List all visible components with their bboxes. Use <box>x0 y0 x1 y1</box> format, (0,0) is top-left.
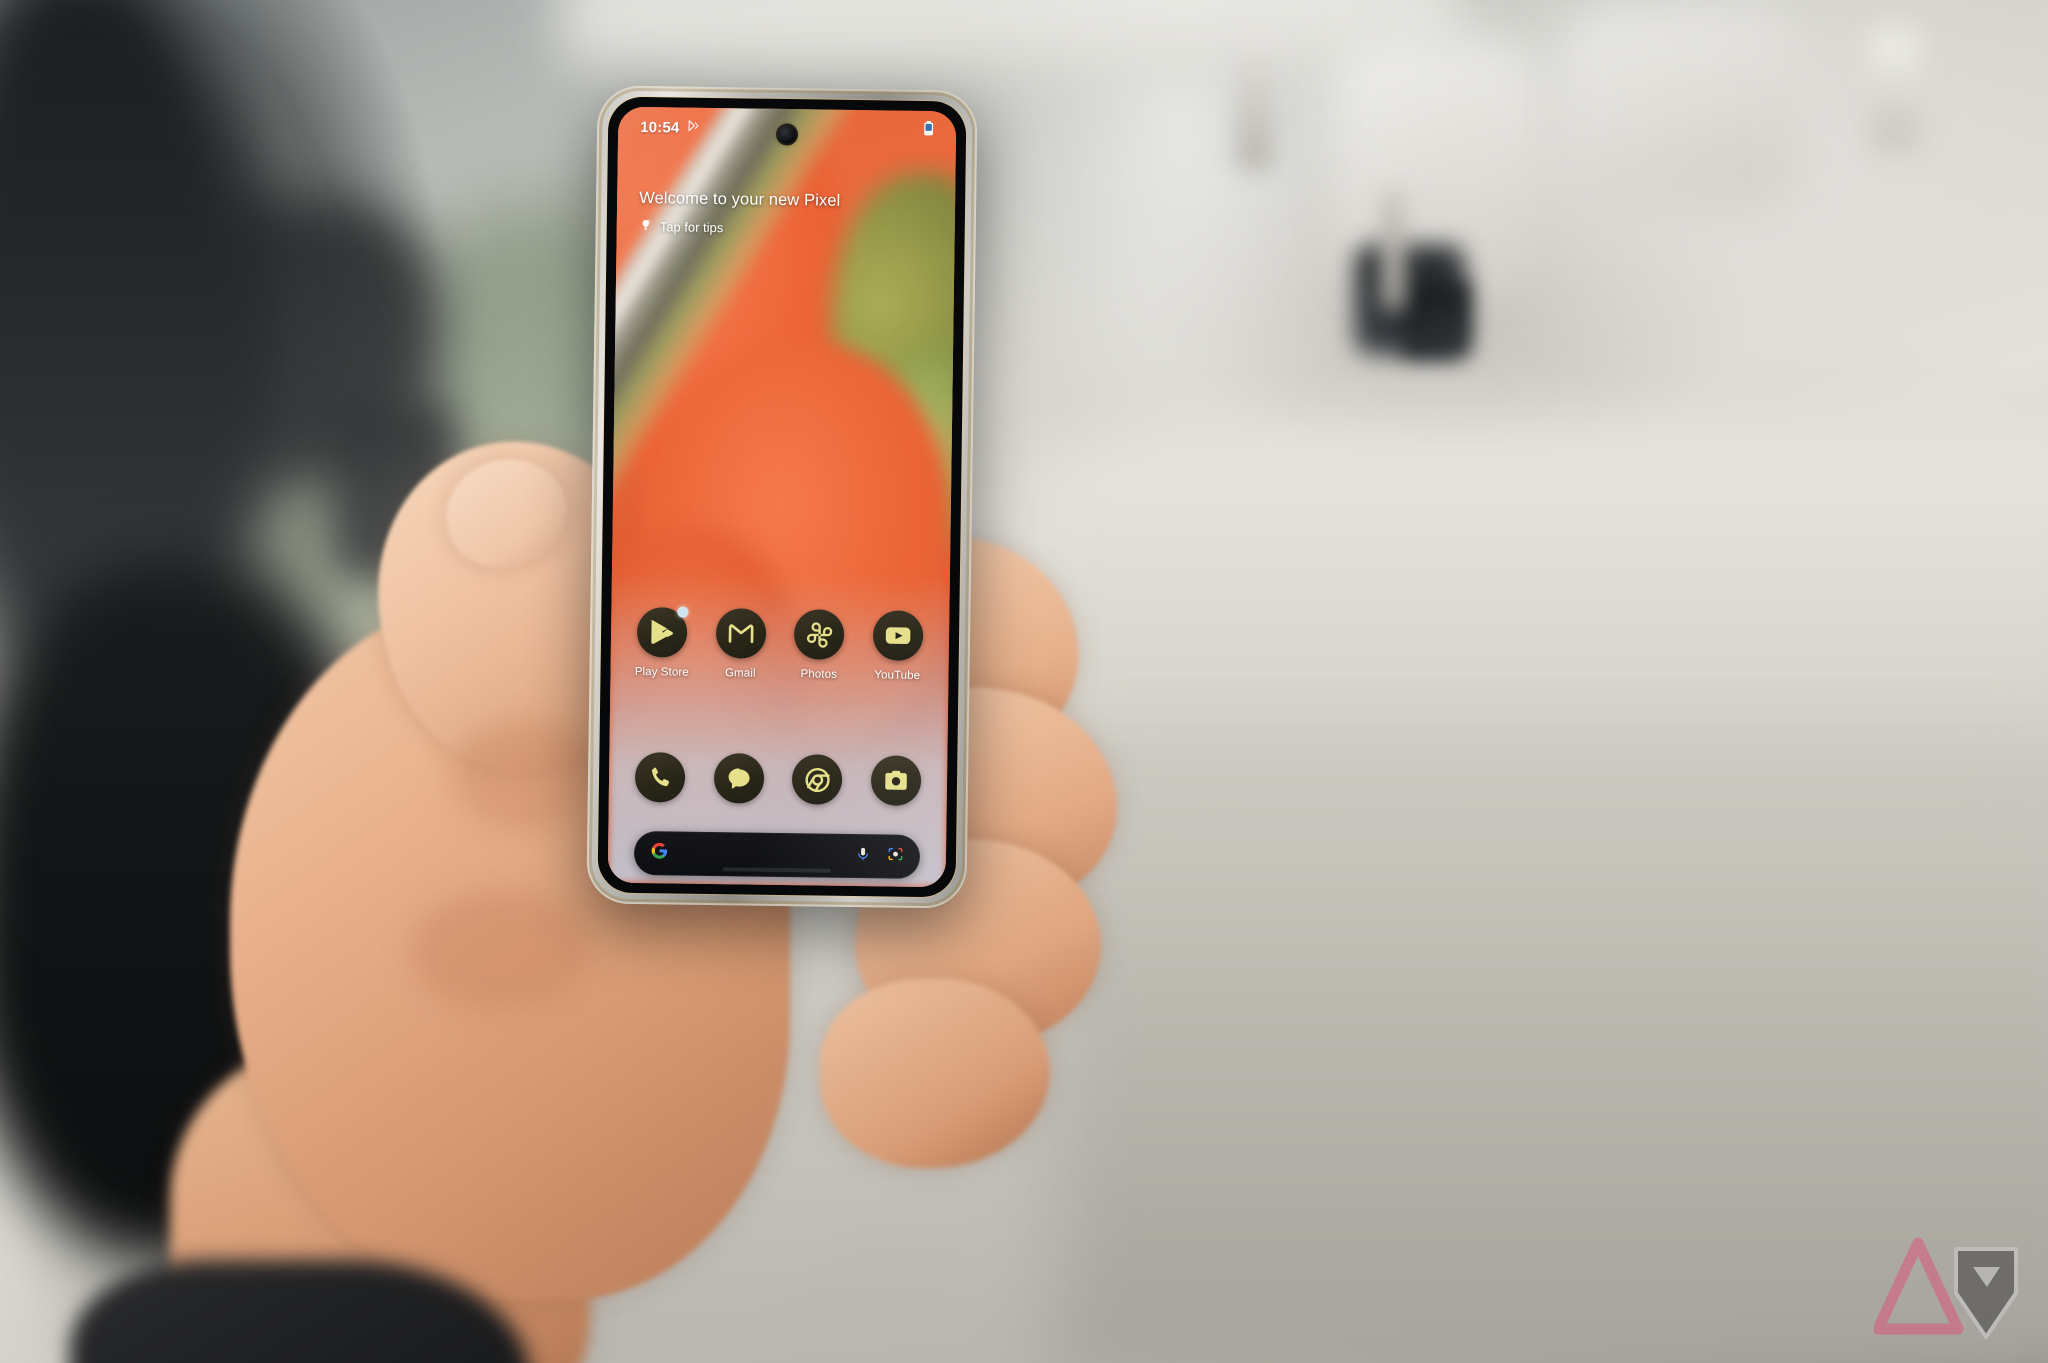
at-a-glance-widget[interactable]: Welcome to your new Pixel Tap for tips <box>639 188 841 238</box>
battery-icon <box>923 120 934 141</box>
app-label: Photos <box>800 668 838 681</box>
dock-phone[interactable] <box>621 751 700 803</box>
dock <box>609 751 948 807</box>
status-bar-left: 10:54 <box>640 117 701 137</box>
play-store-notification-badge <box>677 606 689 618</box>
app-photos[interactable]: Photos <box>779 609 858 681</box>
display-post-blob-3 <box>1870 30 1920 150</box>
app-label: Gmail <box>724 667 756 680</box>
display-post-blob-2 <box>1235 20 1275 170</box>
messages-icon[interactable] <box>713 753 765 804</box>
at-a-glance-subtitle-row[interactable]: Tap for tips <box>639 218 840 238</box>
app-icon-wrap <box>637 606 689 658</box>
app-grid: Play Store Gmail Photos YouTube <box>610 606 949 683</box>
search-bar-actions <box>855 845 904 868</box>
youtube-icon[interactable] <box>872 610 924 661</box>
google-lens-icon[interactable] <box>887 846 904 868</box>
display-post-blob-1 <box>1380 190 1406 310</box>
app-icon-wrap <box>872 610 924 661</box>
gmail-icon[interactable] <box>715 608 767 659</box>
camera-icon[interactable] <box>870 755 922 806</box>
dock-chrome[interactable] <box>778 754 857 805</box>
android-police-watermark <box>1872 1233 2024 1345</box>
status-bar-right <box>923 120 934 141</box>
status-bar-clock: 10:54 <box>640 118 680 137</box>
knuckle-shadow-2 <box>410 890 590 1010</box>
app-label: Play Store <box>634 665 689 679</box>
app-youtube[interactable]: YouTube <box>858 610 937 682</box>
google-photos-icon[interactable] <box>793 609 845 660</box>
knuckle-shadow-1 <box>450 720 600 830</box>
app-label: YouTube <box>874 669 921 682</box>
phone-icon[interactable] <box>634 751 686 803</box>
app-play-store[interactable]: Play Store <box>622 606 701 679</box>
app-gmail[interactable]: Gmail <box>701 608 780 680</box>
phone-bezel: 10:54 Welcome to your new Pixel Tap for … <box>597 96 967 898</box>
screenshot-scene: 10:54 Welcome to your new Pixel Tap for … <box>0 0 2048 1363</box>
app-icon-wrap <box>793 609 845 660</box>
at-a-glance-title: Welcome to your new Pixel <box>639 188 841 210</box>
app-icon-wrap <box>715 608 767 659</box>
dock-messages[interactable] <box>699 753 778 804</box>
dock-camera[interactable] <box>856 755 935 806</box>
phone-screen[interactable]: 10:54 Welcome to your new Pixel Tap for … <box>607 106 957 888</box>
chrome-icon[interactable] <box>791 754 843 805</box>
microphone-icon[interactable] <box>855 846 871 867</box>
lightbulb-tip-icon <box>639 218 653 235</box>
play-store-notification-icon[interactable] <box>686 118 700 137</box>
dark-device-blob-2 <box>1400 280 1470 358</box>
google-g-icon <box>650 841 669 865</box>
window-light-blob <box>560 0 1460 80</box>
at-a-glance-subtitle: Tap for tips <box>659 219 724 235</box>
display-stand-blob-2 <box>1560 10 1800 210</box>
phone-device: 10:54 Welcome to your new Pixel Tap for … <box>586 85 978 909</box>
